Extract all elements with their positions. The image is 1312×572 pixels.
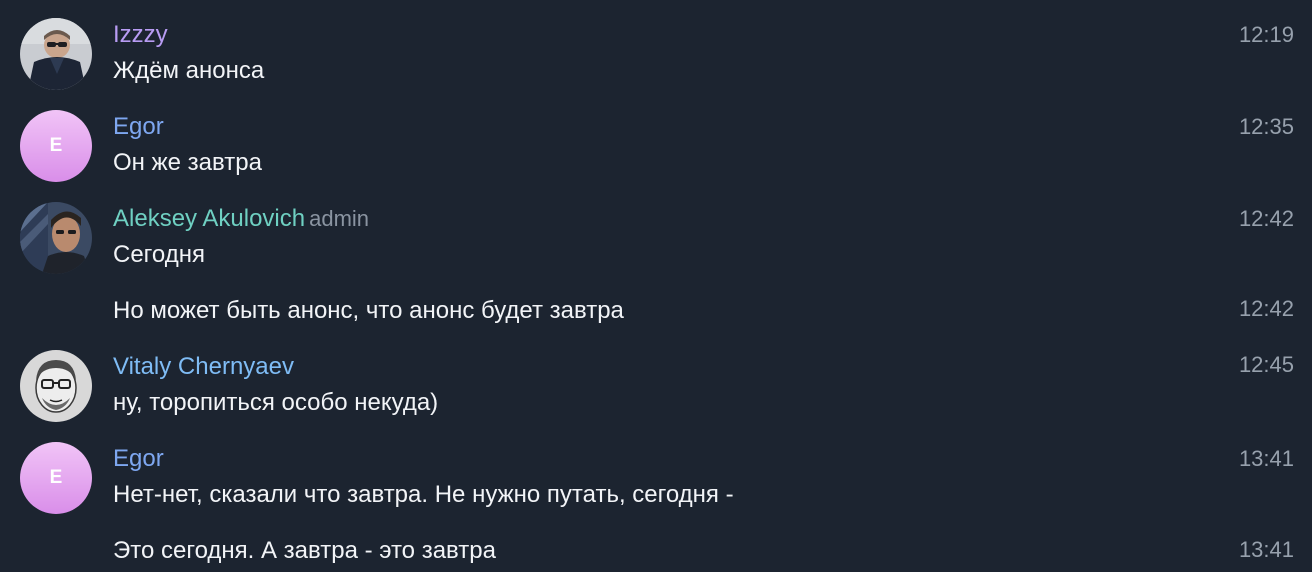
message-time: 12:19 xyxy=(1238,22,1294,47)
message-header: Egor xyxy=(113,112,164,142)
message-text: Нет-нет, сказали что завтра. Не нужно пу… xyxy=(113,481,734,508)
message-text: Но может быть анонс, что анонс будет зав… xyxy=(113,297,624,324)
message-time: 12:45 xyxy=(1238,352,1294,377)
author-name[interactable]: Egor xyxy=(113,113,164,140)
message-text: Ждём анонса xyxy=(113,57,265,84)
message-item[interactable]: Но может быть анонс, что анонс будет зав… xyxy=(0,276,1312,340)
message-header: Izzzy xyxy=(113,20,168,50)
message-text: Это сегодня. А завтра - это завтра xyxy=(113,537,496,564)
message-text: ну, торопиться особо некуда) xyxy=(113,389,439,416)
message-time: 13:41 xyxy=(1238,446,1294,471)
message-item[interactable]: Vitaly Chernyaev ну, торопиться особо не… xyxy=(0,332,1312,424)
message-item[interactable]: Это сегодня. А завтра - это завтра 13:41 xyxy=(0,516,1312,572)
avatar-letter: E xyxy=(49,135,63,156)
message-item[interactable]: E Egor Он же завтра 12:35 xyxy=(0,92,1312,184)
message-item[interactable]: Izzzy Ждём анонса 12:19 xyxy=(0,0,1312,92)
chat-message-list[interactable]: Izzzy Ждём анонса 12:19 E Egor Он же зав… xyxy=(0,0,1312,572)
message-header: Aleksey Akulovich admin xyxy=(113,204,369,234)
avatar-aleksey-akulovich[interactable] xyxy=(20,202,92,274)
author-name[interactable]: Izzzy xyxy=(113,21,168,48)
avatar-egor[interactable]: E xyxy=(20,110,92,182)
message-time: 12:42 xyxy=(1238,206,1294,231)
message-item[interactable]: E Egor Нет-нет, сказали что завтра. Не н… xyxy=(0,424,1312,516)
message-header: Egor xyxy=(113,444,164,474)
message-time: 12:35 xyxy=(1238,114,1294,139)
avatar-izzzy[interactable] xyxy=(20,18,92,90)
author-name[interactable]: Aleksey Akulovich xyxy=(113,205,305,232)
message-time: 12:42 xyxy=(1238,296,1294,321)
avatar-vitaly-chernyaev[interactable] xyxy=(20,350,92,422)
avatar-letter: E xyxy=(49,467,63,488)
message-text: Он же завтра xyxy=(113,149,262,176)
author-name[interactable]: Vitaly Chernyaev xyxy=(113,353,294,380)
message-time: 13:41 xyxy=(1238,537,1294,562)
message-header: Vitaly Chernyaev xyxy=(113,352,294,382)
author-name[interactable]: Egor xyxy=(113,445,164,472)
message-text: Сегодня xyxy=(113,241,205,268)
admin-badge: admin xyxy=(309,206,370,231)
avatar-egor[interactable]: E xyxy=(20,442,92,514)
message-item[interactable]: Aleksey Akulovich admin Сегодня 12:42 xyxy=(0,184,1312,276)
